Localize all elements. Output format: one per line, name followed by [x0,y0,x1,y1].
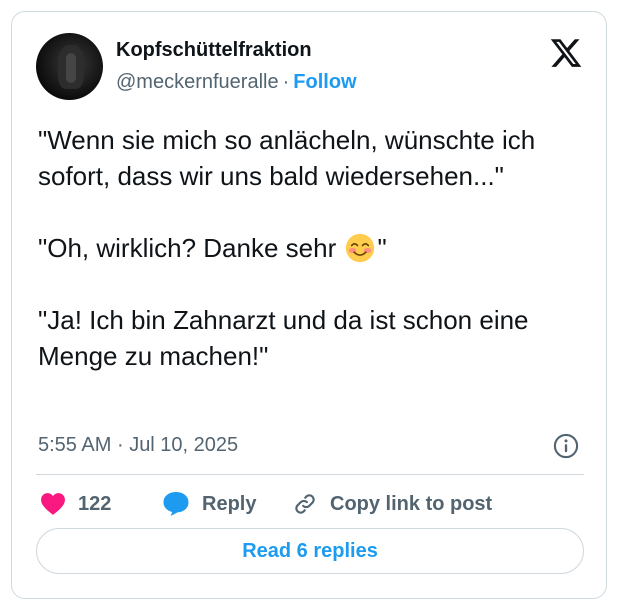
reply-label: Reply [202,492,257,515]
x-logo-icon[interactable] [548,36,584,70]
timestamp-separator: · [116,434,124,456]
tweet-time: 5:55 AM [38,434,112,456]
like-button[interactable]: 122 [40,486,111,522]
handle-separator: · [282,71,290,93]
read-replies-label: Read 6 replies [242,539,378,562]
like-count: 122 [78,492,112,515]
tweet-date: Jul 10, 2025 [129,434,239,456]
tweet-paragraph-2-closing-quote: " [377,233,387,263]
handle-row: @meckernfueralle · Follow [116,71,357,94]
copy-link-label: Copy link to post [330,492,493,515]
reply-button[interactable]: Reply [162,486,256,522]
tweet-paragraph-2: "Oh, wirklich? Danke sehr " [38,233,387,263]
copy-link-button[interactable]: Copy link to post [292,486,492,522]
tweet-paragraph-3: "Ja! Ich bin Zahnarzt und da ist schon e… [38,305,536,371]
heart-icon [41,493,65,515]
speech-bubble-icon [163,492,189,516]
tweet-paragraph-2-text: "Oh, wirklich? Danke sehr [38,233,344,263]
author-handle[interactable]: @meckernfueralle [116,71,279,93]
smiling-face-with-blush-emoji-icon [346,233,375,263]
tweet-text: "Wenn sie mich so anlächeln, wünschte ic… [38,122,588,374]
avatar[interactable] [36,33,103,100]
tweet-timestamp[interactable]: 5:55 AM · Jul 10, 2025 [38,434,238,457]
link-icon [295,494,315,514]
follow-button[interactable]: Follow [293,71,356,93]
read-replies-button[interactable]: Read 6 replies [36,528,584,574]
info-icon[interactable] [552,432,580,460]
author-name[interactable]: Kopfschüttelfraktion [116,39,312,62]
avatar-finger-shape [66,53,76,83]
tweet-card: Kopfschüttelfraktion @meckernfueralle · Fo… [11,11,607,599]
divider [36,474,584,475]
tweet-paragraph-1: "Wenn sie mich so anlächeln, wünschte ic… [38,125,543,191]
